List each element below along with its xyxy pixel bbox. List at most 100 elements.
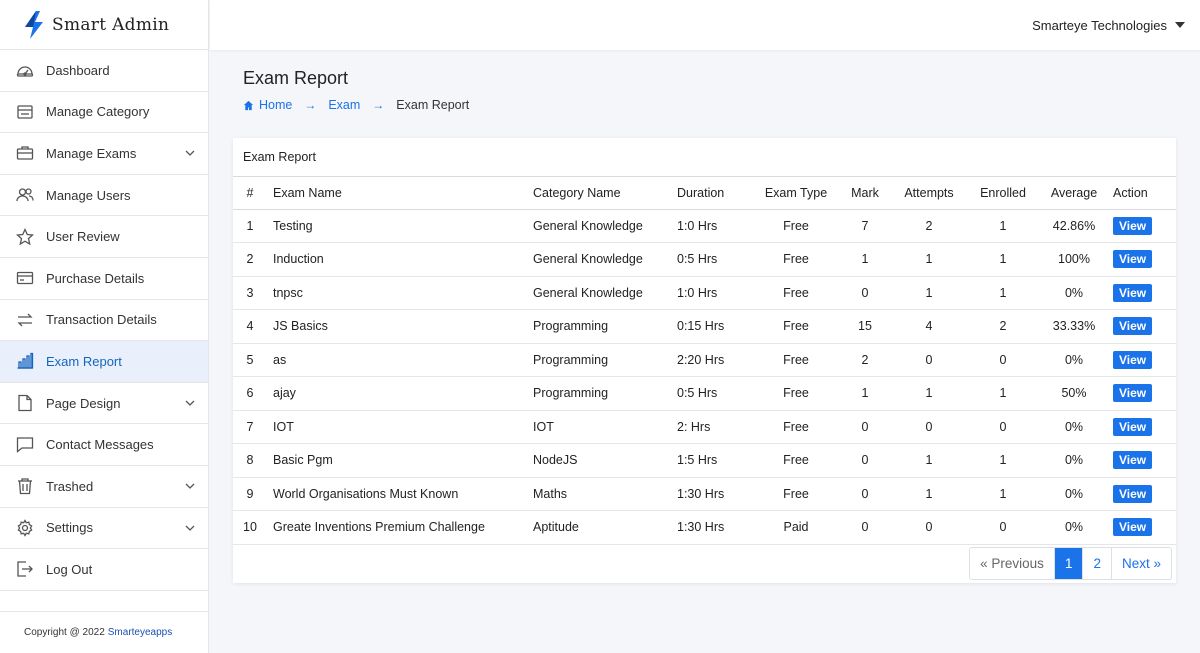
pagination-previous[interactable]: « Previous [970, 548, 1054, 579]
view-button[interactable]: View [1113, 384, 1153, 403]
cell-category: Aptitude [533, 510, 677, 545]
breadcrumb: Home → Exam → Exam Report [243, 98, 469, 112]
cell-duration: 1:0 Hrs [677, 209, 757, 243]
cell-duration: 1:0 Hrs [677, 276, 757, 310]
arrow-right-icon: → [372, 98, 385, 112]
cell-duration: 0:5 Hrs [677, 242, 757, 277]
exam-report-card: Exam Report # Exam Name Category Name Du… [233, 138, 1176, 583]
cell-exam-name: Greate Inventions Premium Challenge [267, 510, 533, 545]
sidebar-item-label: Exam Report [46, 353, 122, 369]
column-header-duration: Duration [677, 177, 757, 210]
cell-enrolled: 0 [963, 343, 1043, 377]
cell-duration: 0:15 Hrs [677, 309, 757, 344]
sidebar-item-settings[interactable]: Settings [0, 508, 208, 550]
sidebar-item-user-review[interactable]: User Review [0, 216, 208, 258]
chevron-down-icon[interactable] [184, 480, 196, 492]
sidebar-item-label: Manage Exams [46, 145, 137, 161]
cell-average: 0% [1043, 343, 1105, 377]
pagination-page-2[interactable]: 2 [1082, 548, 1111, 579]
cell-attempts: 2 [895, 209, 963, 243]
cell-average: 0% [1043, 477, 1105, 511]
breadcrumb-current: Exam Report [396, 98, 470, 112]
cell-average: 42.86% [1043, 209, 1105, 243]
cell-exam-type: Paid [757, 510, 835, 545]
cell-duration: 2:20 Hrs [677, 343, 757, 377]
pagination-page-1[interactable]: 1 [1053, 548, 1083, 579]
view-button[interactable]: View [1113, 451, 1153, 470]
view-button[interactable]: View [1113, 216, 1153, 235]
view-button[interactable]: View [1113, 283, 1153, 302]
cell-duration: 1:30 Hrs [677, 477, 757, 511]
cell-exam-name: as [267, 343, 533, 377]
cell-exam-name: World Organisations Must Known [267, 477, 533, 511]
cell-duration: 1:5 Hrs [677, 443, 757, 478]
cell-exam-type: Free [757, 309, 835, 344]
view-button[interactable]: View [1113, 317, 1153, 336]
chevron-down-icon[interactable] [184, 397, 196, 409]
cell-mark: 2 [835, 343, 895, 377]
cell-exam-name: Testing [267, 209, 533, 243]
breadcrumb-home[interactable]: Home [243, 98, 292, 112]
breadcrumb-exam[interactable]: Exam [328, 98, 360, 112]
sidebar-item-trashed[interactable]: Trashed [0, 466, 208, 508]
brand[interactable]: Smart Admin [0, 0, 208, 50]
cell-mark: 1 [835, 242, 895, 277]
cell-average: 0% [1043, 443, 1105, 478]
cell-mark: 0 [835, 410, 895, 444]
sidebar-item-label: Manage Category [46, 104, 150, 120]
cell-attempts: 0 [895, 343, 963, 377]
chevron-down-icon[interactable] [184, 147, 196, 159]
footer-link[interactable]: Smarteyeapps [108, 627, 172, 638]
gear-icon [16, 519, 34, 537]
sidebar-footer: Copyright @ 2022 Smarteyeapps [0, 611, 209, 653]
logout-icon [16, 560, 34, 578]
sidebar-item-log-out[interactable]: Log Out [0, 549, 208, 591]
org-name: Smarteye Technologies [1032, 18, 1167, 33]
sidebar-item-purchase-details[interactable]: Purchase Details [0, 258, 208, 300]
trash-icon [16, 477, 34, 495]
cell-number: 3 [233, 276, 267, 310]
view-button[interactable]: View [1113, 484, 1153, 503]
view-button[interactable]: View [1113, 250, 1153, 269]
cell-mark: 0 [835, 276, 895, 310]
column-header-action: Action [1105, 177, 1176, 210]
view-button[interactable]: View [1113, 417, 1153, 436]
transfer-icon [16, 311, 34, 329]
exam-report-table: # Exam Name Category Name Duration Exam … [233, 177, 1176, 545]
sidebar-item-page-design[interactable]: Page Design [0, 383, 208, 425]
cell-enrolled: 1 [963, 209, 1043, 243]
sidebar-item-dashboard[interactable]: Dashboard [0, 50, 208, 92]
sidebar-item-exam-report[interactable]: Exam Report [0, 341, 208, 383]
cell-mark: 0 [835, 510, 895, 545]
sidebar-item-label: Contact Messages [46, 437, 154, 453]
view-button[interactable]: View [1113, 350, 1153, 369]
cell-average: 0% [1043, 510, 1105, 545]
column-header-exam-name: Exam Name [267, 177, 533, 210]
sidebar-item-manage-category[interactable]: Manage Category [0, 92, 208, 134]
breadcrumb-home-label: Home [259, 98, 293, 112]
org-dropdown[interactable]: Smarteye Technologies [1032, 18, 1185, 33]
cell-mark: 15 [835, 309, 895, 344]
sidebar-item-label: Transaction Details [46, 312, 157, 328]
cell-average: 100% [1043, 242, 1105, 277]
chevron-down-icon[interactable] [184, 522, 196, 534]
sidebar-item-manage-exams[interactable]: Manage Exams [0, 133, 208, 175]
copyright-text: Copyright @ 2022 [24, 627, 105, 638]
sidebar-item-manage-users[interactable]: Manage Users [0, 175, 208, 217]
arrow-right-icon: → [304, 98, 317, 112]
cell-enrolled: 1 [963, 443, 1043, 478]
cell-mark: 0 [835, 443, 895, 478]
cell-category: Programming [533, 376, 677, 411]
sidebar-item-transaction-details[interactable]: Transaction Details [0, 300, 208, 342]
pagination-next[interactable]: Next » [1110, 548, 1171, 579]
cell-attempts: 1 [895, 477, 963, 511]
sidebar-item-contact-messages[interactable]: Contact Messages [0, 424, 208, 466]
cell-exam-type: Free [757, 343, 835, 377]
cell-exam-name: JS Basics [267, 309, 533, 344]
table-row: 2 Induction General Knowledge 0:5 Hrs Fr… [233, 242, 1176, 277]
view-button[interactable]: View [1113, 518, 1153, 537]
cell-category: General Knowledge [533, 242, 677, 277]
column-header-average: Average [1043, 177, 1105, 210]
cell-exam-name: IOT [267, 410, 533, 444]
sidebar-item-label: Trashed [46, 478, 94, 494]
